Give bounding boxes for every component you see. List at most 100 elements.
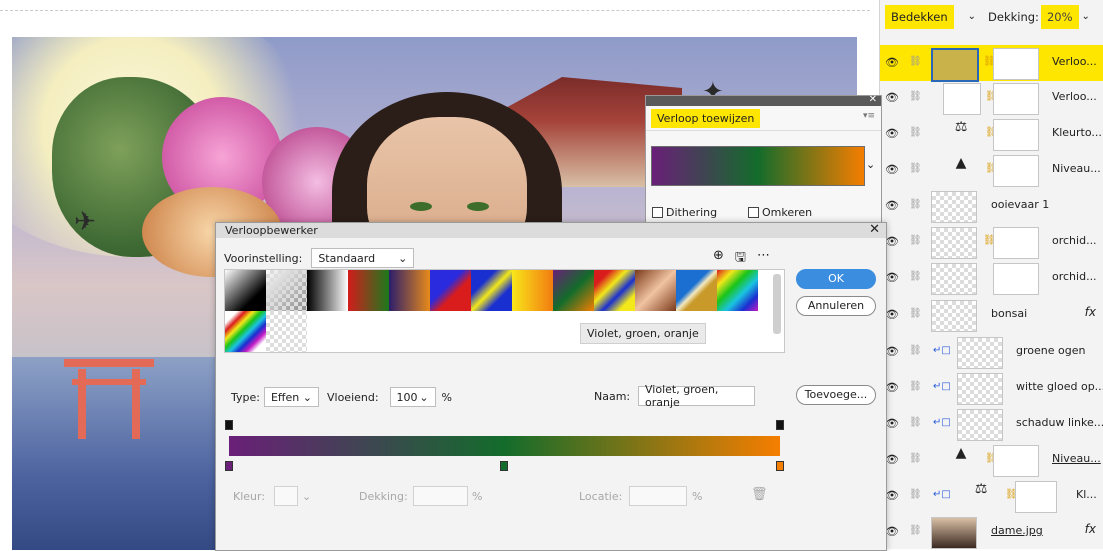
- link-icon[interactable]: ⛓: [909, 345, 922, 356]
- gradient-swatch-selected[interactable]: [553, 270, 594, 311]
- layer-row[interactable]: 👁 ⛓ ↵□ ⚖ ⛓ Kl...: [880, 478, 1103, 514]
- opacity-stop-left[interactable]: [225, 420, 233, 430]
- gradient-swatch[interactable]: [717, 270, 758, 311]
- eye-icon[interactable]: 👁: [885, 163, 899, 176]
- dithering-option[interactable]: Dithering: [652, 206, 717, 219]
- chevron-down-icon[interactable]: ⌄: [968, 11, 976, 22]
- layer-mask-thumbnail[interactable]: [993, 83, 1039, 115]
- fx-icon[interactable]: fx: [1085, 522, 1096, 536]
- layer-row[interactable]: 👁 ⛓ ↵□ witte gloed op...: [880, 370, 1103, 406]
- link-icon[interactable]: ⛓: [909, 56, 922, 67]
- panel-titlebar[interactable]: ✕: [646, 94, 881, 106]
- chevron-down-icon[interactable]: ⌄: [866, 158, 875, 171]
- gradient-swatch[interactable]: [225, 270, 266, 311]
- link-icon[interactable]: ⛓: [909, 417, 922, 428]
- link-icon[interactable]: ⛓: [909, 91, 922, 102]
- close-icon[interactable]: ✕: [869, 94, 877, 105]
- fx-icon[interactable]: fx: [1085, 305, 1096, 319]
- blend-mode-dropdown[interactable]: Bedekken: [885, 4, 954, 29]
- link-icon[interactable]: ⛓: [909, 199, 922, 210]
- gradient-swatch[interactable]: [348, 270, 389, 311]
- layer-name[interactable]: orchid...: [1052, 270, 1097, 283]
- link-icon[interactable]: ⛓: [909, 271, 922, 282]
- eye-icon[interactable]: 👁: [885, 381, 899, 394]
- eye-icon[interactable]: 👁: [885, 271, 899, 284]
- layer-name[interactable]: schaduw linke...: [1016, 416, 1103, 429]
- add-button[interactable]: Toevoege...: [796, 385, 876, 405]
- chevron-down-icon[interactable]: ⌄: [1082, 11, 1090, 22]
- layer-mask-thumbnail[interactable]: [993, 227, 1039, 259]
- layer-row[interactable]: 👁 ⛓ ⛓ Verloo...: [880, 80, 1103, 116]
- eye-icon[interactable]: 👁: [885, 308, 899, 321]
- smoothness-dropdown[interactable]: 100 ⌄: [389, 387, 436, 407]
- layer-name[interactable]: Verloo...: [1052, 55, 1097, 68]
- layer-mask-thumbnail[interactable]: [993, 48, 1039, 80]
- layer-name[interactable]: ooievaar 1: [991, 198, 1049, 211]
- dialog-titlebar[interactable]: Verloopbewerker ✕: [216, 222, 886, 238]
- gradient-swatch[interactable]: [389, 270, 430, 311]
- link-icon[interactable]: ⛓: [909, 127, 922, 138]
- gradient-swatch[interactable]: [307, 270, 348, 311]
- layer-row[interactable]: 👁 ⛓ orchid...: [880, 260, 1103, 296]
- layer-name[interactable]: dame.jpg: [991, 524, 1043, 537]
- color-stop-green[interactable]: [500, 461, 508, 471]
- link-icon[interactable]: ⛓: [909, 489, 922, 500]
- link-icon[interactable]: ⛓: [909, 163, 922, 174]
- gradient-swatch[interactable]: [266, 311, 307, 352]
- link-icon[interactable]: ⛓: [909, 525, 922, 536]
- cancel-button[interactable]: Annuleren: [796, 296, 876, 316]
- link-icon[interactable]: ⛓: [909, 308, 922, 319]
- eye-icon[interactable]: 👁: [885, 127, 899, 140]
- eye-icon[interactable]: 👁: [885, 199, 899, 212]
- swatch-scrollbar[interactable]: [773, 274, 781, 334]
- color-stop-violet[interactable]: [225, 461, 233, 471]
- panel-menu-icon[interactable]: ▾≡: [863, 111, 875, 121]
- preset-dropdown[interactable]: Standaard ⌄: [311, 248, 415, 268]
- gradient-swatch[interactable]: [512, 270, 553, 311]
- link-icon[interactable]: ⛓: [909, 381, 922, 392]
- link-icon[interactable]: ⛓: [909, 453, 922, 464]
- layer-name[interactable]: Niveau...: [1052, 162, 1101, 175]
- layer-row[interactable]: 👁 ⛓ ooievaar 1: [880, 188, 1103, 224]
- gradient-swatch[interactable]: [594, 270, 635, 311]
- opacity-value[interactable]: 20%: [1040, 4, 1079, 29]
- opacity-stop-right[interactable]: [776, 420, 784, 430]
- layer-row[interactable]: 👁 ⛓ ⛓ orchid...: [880, 224, 1103, 260]
- gradient-swatch[interactable]: [635, 270, 676, 311]
- gradient-swatch[interactable]: [430, 270, 471, 311]
- add-preset-icon[interactable]: ⊕: [713, 248, 724, 270]
- layer-row[interactable]: 👁 ⛓ ↵□ groene ogen: [880, 334, 1103, 370]
- layer-name[interactable]: Kl...: [1076, 488, 1097, 501]
- layer-mask-thumbnail[interactable]: [993, 119, 1039, 151]
- layer-row[interactable]: 👁 ⛓ ↵□ schaduw linke...: [880, 406, 1103, 442]
- layer-row[interactable]: 👁 ⛓ ▲ ⛓ Niveau...: [880, 442, 1103, 478]
- layer-name[interactable]: Niveau...: [1052, 452, 1101, 465]
- layer-name[interactable]: witte gloed op...: [1016, 380, 1103, 393]
- layer-row[interactable]: 👁 ⛓ ⚖ ⛓ Kleurto...: [880, 116, 1103, 152]
- save-icon[interactable]: 🖫: [735, 248, 746, 270]
- eye-icon[interactable]: 👁: [885, 91, 899, 104]
- color-stop-orange[interactable]: [776, 461, 784, 471]
- layer-mask-thumbnail[interactable]: [1015, 481, 1057, 513]
- gradient-swatch[interactable]: [266, 270, 307, 311]
- eye-icon[interactable]: 👁: [885, 417, 899, 430]
- close-icon[interactable]: ✕: [869, 222, 880, 237]
- gradient-swatch[interactable]: [225, 311, 266, 352]
- layer-name[interactable]: bonsai: [991, 307, 1027, 320]
- dithering-checkbox[interactable]: [652, 207, 663, 218]
- layer-mask-thumbnail[interactable]: [993, 263, 1039, 295]
- more-icon[interactable]: ⋯: [757, 248, 770, 270]
- eye-icon[interactable]: 👁: [885, 56, 899, 69]
- layer-mask-thumbnail[interactable]: [993, 155, 1039, 187]
- eye-icon[interactable]: 👁: [885, 489, 899, 502]
- gradient-swatch[interactable]: [471, 270, 512, 311]
- type-dropdown[interactable]: Effen ⌄: [263, 387, 319, 407]
- gradient-swatch[interactable]: [676, 270, 717, 311]
- layer-mask-thumbnail[interactable]: [993, 445, 1039, 477]
- eye-icon[interactable]: 👁: [885, 345, 899, 358]
- ok-button[interactable]: OK: [796, 269, 876, 289]
- layer-name[interactable]: orchid...: [1052, 234, 1097, 247]
- reverse-checkbox[interactable]: [748, 207, 759, 218]
- name-field[interactable]: Violet, groen, oranje: [638, 383, 755, 409]
- reverse-option[interactable]: Omkeren: [748, 206, 812, 219]
